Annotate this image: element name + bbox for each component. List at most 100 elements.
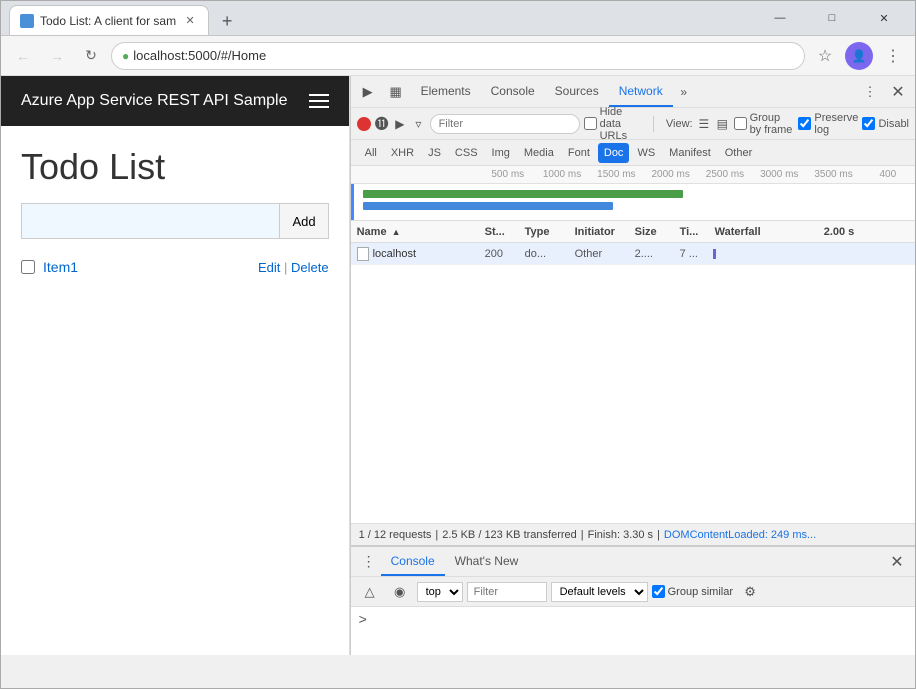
filter-media[interactable]: Media [518,143,560,163]
console-level-select[interactable]: Default levels [551,582,648,602]
todo-checkbox[interactable] [21,260,35,274]
new-tab-button[interactable]: + [213,7,241,35]
view-list-button[interactable]: ☰ [697,113,711,135]
timeline-marker [351,184,354,221]
console-prompt-arrow[interactable]: > [359,611,367,627]
preserve-log-checkbox[interactable]: Preserve log [798,112,858,136]
tick-3500: 3500 ms [806,169,860,180]
back-button: ← [9,42,37,70]
console-more-button[interactable]: ⋮ [357,550,381,574]
timeline-bar-blue [363,202,613,210]
browser-tab[interactable]: Todo List: A client for sam ✕ [9,5,209,35]
delete-link[interactable]: Delete [291,260,329,275]
filter-css[interactable]: CSS [449,143,484,163]
console-clear-button[interactable]: △ [357,579,383,605]
tick-400: 400 [861,169,915,180]
dom-content-loaded-link[interactable]: DOMContentLoaded: 249 ms... [664,529,816,541]
col-size[interactable]: Size [631,226,676,238]
filter-img[interactable]: Img [486,143,516,163]
file-icon [357,247,369,261]
tab-sources[interactable]: Sources [545,76,609,107]
tab-title: Todo List: A client for sam [40,14,176,28]
filter-xhr[interactable]: XHR [385,143,420,163]
menu-button[interactable]: ⋮ [879,42,907,70]
console-filter-input[interactable] [467,582,547,602]
todo-label: Item1 [43,259,78,275]
preserve-log-label: Preserve log [814,112,858,136]
inspect-element-button[interactable]: ▶ [355,79,381,105]
tab-console-main[interactable]: Console [381,547,445,576]
filter-doc[interactable]: Doc [598,143,630,163]
tick-2500: 2500 ms [698,169,752,180]
tab-network[interactable]: Network [609,76,673,107]
todo-actions: Edit | Delete [258,260,329,275]
hide-data-urls-checkbox[interactable]: Hide data URLs [584,106,646,142]
devtools-close-button[interactable]: ✕ [885,79,911,105]
lock-icon: ● [122,49,129,63]
tick-500: 500 ms [481,169,535,180]
table-row[interactable]: localhost 200 do... Other 2.... 7 ... [351,243,915,265]
filter-all[interactable]: All [359,143,383,163]
tab-whats-new[interactable]: What's New [445,547,529,576]
app-title: Azure App Service REST API Sample [21,92,288,110]
console-toolbar: △ ◉ top Default levels Group similar ⚙ [351,577,915,607]
tick-1000: 1000 ms [535,169,589,180]
filter-other[interactable]: Other [719,143,759,163]
devtools-toolbar: ▶ ▦ Elements Console Sources Network » ⋮… [351,76,915,108]
row-time: 7 ... [676,248,711,260]
col-time[interactable]: Ti... [676,226,711,238]
console-close-button[interactable]: ✕ [885,550,909,574]
console-output: > [351,607,915,655]
filter-font[interactable]: Font [562,143,596,163]
address-bar[interactable]: ● localhost:5000/#/Home [111,42,805,70]
clear-button[interactable]: ⓫ [375,116,389,132]
tab-favicon [20,14,34,28]
more-tabs-button[interactable]: » [673,81,695,103]
view-waterfall-button[interactable]: ▤ [715,113,729,135]
add-button[interactable]: Add [279,203,328,239]
main-area: Azure App Service REST API Sample Todo L… [1,76,915,655]
webpage: Azure App Service REST API Sample Todo L… [1,76,350,655]
profile-button[interactable]: 👤 [845,42,873,70]
forward-button: → [43,42,71,70]
tab-elements[interactable]: Elements [411,76,481,107]
network-filter-tabs: All XHR JS CSS Img Media Font Doc WS Man… [351,140,915,166]
row-type: do... [521,248,571,260]
disable-checkbox[interactable]: Disabl [862,117,909,130]
filter-js[interactable]: JS [422,143,447,163]
console-settings-button[interactable]: ⚙ [737,579,763,605]
todo-input[interactable] [21,203,279,239]
edit-link[interactable]: Edit [258,260,280,275]
tick-2000: 2000 ms [644,169,698,180]
filter-manifest[interactable]: Manifest [663,143,717,163]
col-name[interactable]: Name ▲ [351,226,481,238]
hamburger-menu[interactable] [309,94,329,108]
console-stop-button[interactable]: ◉ [387,579,413,605]
col-type[interactable]: Type [521,226,571,238]
filter-button[interactable]: ▿ [411,113,425,135]
maximize-button[interactable]: □ [809,1,855,36]
minimize-button[interactable]: — [757,1,803,36]
group-by-frame-checkbox[interactable]: Group by frame [734,112,795,136]
record-button[interactable] [357,117,371,131]
camera-button[interactable]: ▶ [393,113,407,135]
refresh-button[interactable]: ↻ [77,42,105,70]
tick-1500: 1500 ms [589,169,643,180]
tab-close-button[interactable]: ✕ [182,13,198,29]
devtools-settings-button[interactable]: ⋮ [857,79,883,105]
devtools-panel: ▶ ▦ Elements Console Sources Network » ⋮… [350,76,915,655]
filter-ws[interactable]: WS [631,143,661,163]
view-label: View: [666,118,693,130]
tab-console[interactable]: Console [481,76,545,107]
col-waterfall[interactable]: Waterfall 2.00 s [711,226,915,238]
network-filter-input[interactable] [430,114,580,134]
group-similar-checkbox[interactable]: Group similar [652,585,733,598]
bookmark-button[interactable]: ☆ [811,42,839,70]
col-initiator[interactable]: Initiator [571,226,631,238]
console-context-select[interactable]: top [417,582,463,602]
col-status[interactable]: St... [481,226,521,238]
disable-label: Disabl [878,118,909,130]
device-toggle-button[interactable]: ▦ [383,79,409,105]
close-button[interactable]: ✕ [861,1,907,36]
window-controls: — □ ✕ [757,1,907,36]
